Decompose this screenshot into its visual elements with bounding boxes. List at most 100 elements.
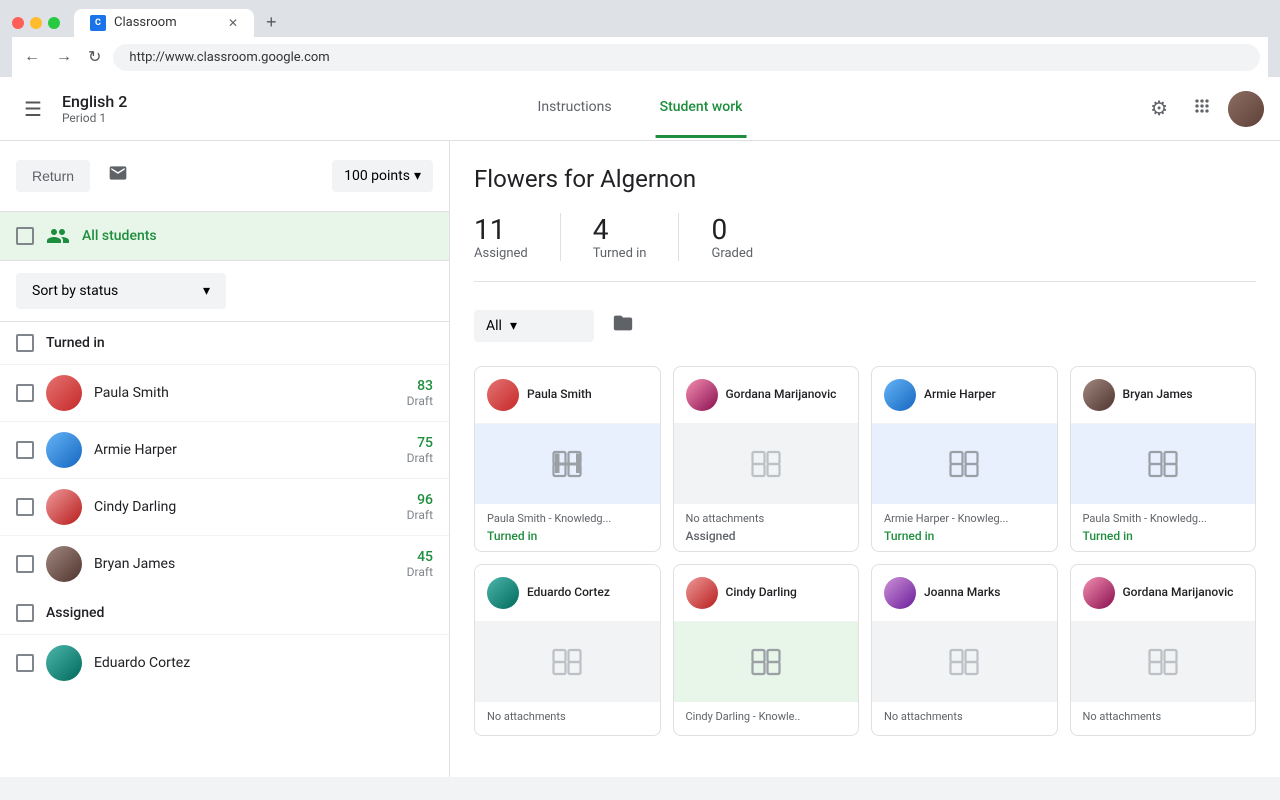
active-tab[interactable]: C Classroom ✕: [74, 9, 254, 37]
points-dropdown[interactable]: 100 points ▾: [332, 160, 433, 192]
card-avatar-gordana2: [1083, 577, 1115, 609]
no-attachment-icon: [549, 644, 585, 680]
class-name: English 2: [62, 92, 127, 111]
group-icon: [46, 224, 70, 248]
menu-icon[interactable]: ☰: [16, 89, 50, 129]
card-name-eduardo: Eduardo Cortez: [527, 585, 610, 601]
new-tab-button[interactable]: +: [258, 8, 285, 37]
all-students-row[interactable]: All students: [0, 212, 449, 261]
apps-button[interactable]: [1184, 88, 1220, 130]
attachment-icon: [748, 644, 784, 680]
user-avatar[interactable]: [1228, 91, 1264, 127]
student-card-bryan[interactable]: Bryan James Paula Smith - Knowledg... Tu…: [1070, 366, 1257, 552]
paula-name: Paula Smith: [94, 385, 395, 401]
return-button[interactable]: Return: [16, 160, 90, 192]
student-row[interactable]: Paula Smith 83 Draft: [0, 364, 449, 421]
attachment-icon: [946, 446, 982, 482]
student-card-gordana2[interactable]: Gordana Marijanovic No attachments: [1070, 564, 1257, 736]
student-card-cindy[interactable]: Cindy Darling Cindy Darling - Knowle..: [673, 564, 860, 736]
eduardo-name: Eduardo Cortez: [94, 655, 433, 671]
filter-dropdown[interactable]: All ▾: [474, 310, 594, 342]
cindy-checkbox[interactable]: [16, 498, 34, 516]
card-avatar-eduardo: [487, 577, 519, 609]
card-thumbnail-bryan: [1071, 424, 1256, 504]
stat-assigned-label: Assigned: [474, 246, 528, 261]
minimize-dot[interactable]: [30, 17, 42, 29]
stat-turned-in-number: 4: [593, 213, 609, 246]
armie-checkbox[interactable]: [16, 441, 34, 459]
card-thumbnail-eduardo: [475, 622, 660, 702]
settings-button[interactable]: ⚙: [1142, 88, 1176, 129]
tab-label: Classroom: [114, 15, 177, 30]
maximize-dot[interactable]: [48, 17, 60, 29]
assignment-title: Flowers for Algernon: [474, 165, 1256, 193]
turned-in-students: Paula Smith 83 Draft Armie Harper 75 Dra…: [0, 364, 449, 592]
student-card-eduardo[interactable]: Eduardo Cortez No attachments: [474, 564, 661, 736]
paula-checkbox[interactable]: [16, 384, 34, 402]
assigned-label: Assigned: [46, 605, 104, 621]
sort-dropdown[interactable]: Sort by status ▾: [16, 273, 226, 309]
all-students-checkbox[interactable]: [16, 227, 34, 245]
filter-row: All ▾: [474, 306, 1256, 346]
header-nav: Instructions Student work: [534, 79, 747, 138]
sort-dropdown-icon: ▾: [203, 283, 210, 299]
cindy-avatar: [46, 489, 82, 525]
reload-button[interactable]: ↻: [84, 43, 105, 71]
card-footer-eduardo: No attachments: [475, 702, 660, 735]
card-name-paula: Paula Smith: [527, 387, 592, 403]
sort-row: Sort by status ▾: [0, 261, 449, 322]
eduardo-checkbox[interactable]: [16, 654, 34, 672]
student-row[interactable]: Armie Harper 75 Draft: [0, 421, 449, 478]
bryan-avatar: [46, 546, 82, 582]
card-status-armie: Turned in: [884, 529, 1045, 543]
bryan-checkbox[interactable]: [16, 555, 34, 573]
turned-in-label: Turned in: [46, 335, 105, 351]
back-button[interactable]: ←: [20, 44, 44, 70]
card-thumbnail-armie: [872, 424, 1057, 504]
student-card-paula[interactable]: Paula Smith Paula Smith - Knowledg... Tu…: [474, 366, 661, 552]
class-info: English 2 Period 1: [62, 92, 127, 125]
nav-student-work[interactable]: Student work: [656, 79, 747, 138]
paula-grade-num: 83: [407, 378, 433, 394]
close-dot[interactable]: [12, 17, 24, 29]
stat-graded: 0 Graded: [711, 213, 785, 261]
address-bar[interactable]: http://www.classroom.google.com: [113, 44, 1260, 71]
card-header: Armie Harper: [872, 367, 1057, 424]
tab-close-button[interactable]: ✕: [228, 16, 238, 30]
card-status-bryan: Turned in: [1083, 529, 1244, 543]
assigned-checkbox[interactable]: [16, 604, 34, 622]
student-row[interactable]: Eduardo Cortez: [0, 634, 449, 691]
card-header: Gordana Marijanovic: [674, 367, 859, 424]
paula-grade-label: Draft: [407, 394, 433, 408]
student-card-gordana[interactable]: Gordana Marijanovic No attachments Assig…: [673, 366, 860, 552]
stat-graded-label: Graded: [711, 246, 753, 261]
student-card-armie[interactable]: Armie Harper Armie Harper - Knowleg... T…: [871, 366, 1058, 552]
turned-in-section-header: Turned in: [0, 322, 449, 364]
all-students-label: All students: [82, 228, 157, 244]
nav-instructions[interactable]: Instructions: [534, 79, 616, 138]
card-header: Joanna Marks: [872, 565, 1057, 622]
student-row[interactable]: Cindy Darling 96 Draft: [0, 478, 449, 535]
card-status-gordana: Assigned: [686, 529, 847, 543]
assigned-students: Eduardo Cortez: [0, 634, 449, 691]
card-header: Eduardo Cortez: [475, 565, 660, 622]
card-name-gordana2: Gordana Marijanovic: [1123, 585, 1234, 601]
email-button[interactable]: [102, 157, 134, 195]
folder-button[interactable]: [606, 306, 640, 346]
app-body: Return 100 points ▾ All students Sort by…: [0, 141, 1280, 777]
card-avatar-gordana: [686, 379, 718, 411]
sidebar-toolbar: Return 100 points ▾: [0, 141, 449, 212]
student-row[interactable]: Bryan James 45 Draft: [0, 535, 449, 592]
cards-grid: Paula Smith Paula Smith - Knowledg... Tu…: [474, 366, 1256, 736]
student-card-joanna[interactable]: Joanna Marks No attachments: [871, 564, 1058, 736]
class-period: Period 1: [62, 111, 127, 125]
card-thumbnail-joanna: [872, 622, 1057, 702]
attachment-icon: [1145, 446, 1181, 482]
stat-turned-in-label: Turned in: [593, 246, 647, 261]
bryan-grade-label: Draft: [407, 565, 433, 579]
paula-grade: 83 Draft: [407, 378, 433, 408]
forward-button[interactable]: →: [52, 44, 76, 70]
card-file-name-cindy: Cindy Darling - Knowle..: [686, 710, 847, 723]
turned-in-checkbox[interactable]: [16, 334, 34, 352]
armie-grade: 75 Draft: [407, 435, 433, 465]
